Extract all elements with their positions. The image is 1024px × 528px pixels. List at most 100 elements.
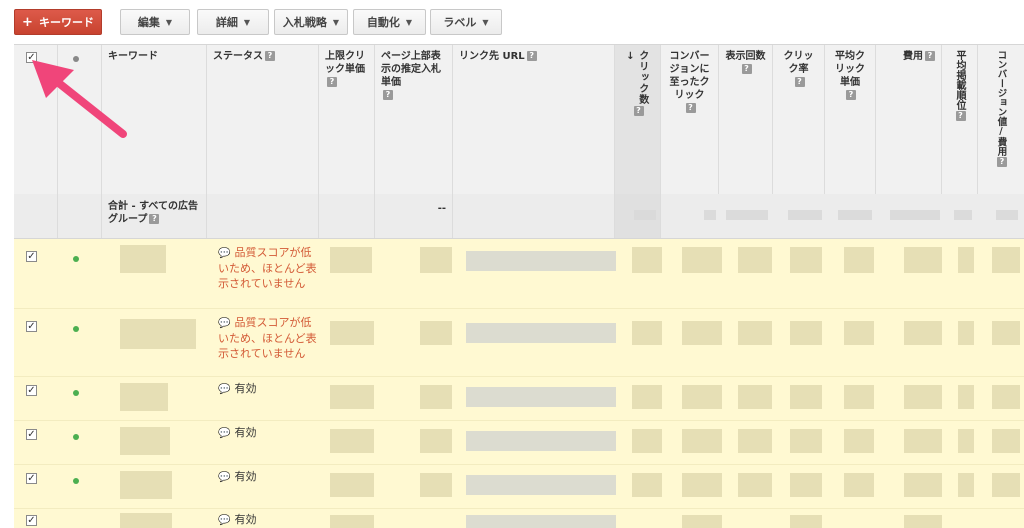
- header-avg-cpc-label: 平均クリック単価: [835, 51, 865, 88]
- help-icon[interactable]: ?: [149, 214, 160, 224]
- speech-bubble-icon: 💬: [218, 384, 231, 395]
- header-avg-position[interactable]: 平均掲載順位?: [942, 45, 978, 194]
- redacted-value: [738, 247, 772, 273]
- redacted-value: [704, 210, 716, 220]
- redacted-value: [992, 385, 1020, 409]
- redacted-value: [682, 473, 722, 497]
- redacted-value: [958, 429, 974, 453]
- header-converted-clicks-label: コンバージョンに至ったクリック: [669, 51, 710, 101]
- header-final-url[interactable]: リンク先 URL?: [453, 45, 615, 194]
- row-status-text: 有効: [234, 426, 257, 439]
- redacted-value: [330, 385, 374, 409]
- row-checkbox[interactable]: ✓: [26, 429, 37, 440]
- redacted-keyword: [120, 383, 168, 411]
- header-clicks[interactable]: ↓ クリック数 ?: [615, 45, 661, 194]
- redacted-value: [420, 247, 452, 273]
- header-avg-position-label: 平均掲載順位: [954, 50, 965, 110]
- help-icon[interactable]: ?: [327, 77, 337, 87]
- redacted-value: [958, 473, 974, 497]
- row-status-text: 有効: [234, 470, 257, 483]
- table-row[interactable]: ✓ 💬 有効: [14, 509, 1024, 528]
- redacted-value: [682, 429, 722, 453]
- table-row[interactable]: ✓ 💬 品質スコアが低いため、ほとんど表示されていません: [14, 309, 1024, 377]
- redacted-value: [330, 321, 374, 345]
- header-avg-cpc[interactable]: 平均クリック単価?: [825, 45, 876, 194]
- help-icon[interactable]: ?: [846, 90, 856, 100]
- redacted-value: [844, 247, 874, 273]
- redacted-keyword: [120, 245, 166, 273]
- speech-bubble-icon: 💬: [218, 515, 231, 526]
- redacted-value: [958, 385, 974, 409]
- total-cell: [14, 194, 58, 238]
- caret-down-icon: ▼: [165, 17, 173, 27]
- enabled-status-dot: [73, 326, 79, 332]
- edit-dropdown[interactable]: 編集 ▼: [120, 9, 190, 35]
- redacted-value: [632, 473, 662, 497]
- redacted-value: [788, 210, 822, 220]
- row-checkbox[interactable]: ✓: [26, 515, 37, 526]
- table-row[interactable]: ✓ 💬 有効: [14, 421, 1024, 465]
- header-ctr[interactable]: クリック率?: [773, 45, 825, 194]
- header-first-page-bid[interactable]: ページ上部表示の推定入札単価?: [375, 45, 453, 194]
- total-cell: [58, 194, 102, 238]
- redacted-url: [466, 475, 616, 495]
- redacted-value: [330, 247, 372, 273]
- help-icon[interactable]: ?: [685, 103, 696, 113]
- help-icon[interactable]: ?: [955, 111, 966, 121]
- redacted-value: [992, 473, 1020, 497]
- header-conv-value-cost-label: コンバージョン値/費用: [995, 50, 1007, 156]
- row-checkbox[interactable]: ✓: [26, 321, 37, 332]
- redacted-value: [330, 515, 374, 528]
- redacted-value: [790, 429, 822, 453]
- redacted-value: [632, 247, 662, 273]
- redacted-value: [838, 210, 872, 220]
- row-checkbox[interactable]: ✓: [26, 385, 37, 396]
- keyword-rows: ✓ 💬 品質スコアが低いため、ほとんど表示されていません ✓ 💬 品質スコアが低…: [14, 239, 1024, 528]
- redacted-value: [992, 429, 1020, 453]
- redacted-value: [844, 385, 874, 409]
- details-dropdown[interactable]: 詳細 ▼: [197, 9, 269, 35]
- labels-label: ラベル: [443, 16, 477, 29]
- row-checkbox[interactable]: ✓: [26, 251, 37, 262]
- add-keyword-button[interactable]: + キーワード: [14, 9, 102, 35]
- annotation-arrow-icon: [32, 60, 127, 138]
- redacted-keyword: [120, 427, 170, 455]
- row-status: 💬 有効: [218, 512, 318, 528]
- row-checkbox[interactable]: ✓: [26, 473, 37, 484]
- header-converted-clicks[interactable]: コンバージョンに至ったクリック?: [661, 45, 719, 194]
- help-icon[interactable]: ?: [633, 106, 644, 116]
- bid-strategy-dropdown[interactable]: 入札戦略 ▼: [274, 9, 348, 35]
- automate-label: 自動化: [366, 16, 400, 29]
- table-row[interactable]: ✓ 💬 有効: [14, 377, 1024, 421]
- header-max-cpc[interactable]: 上限クリック単価?: [319, 45, 375, 194]
- redacted-value: [420, 385, 452, 409]
- table-row[interactable]: ✓ 💬 品質スコアが低いため、ほとんど表示されていません: [14, 239, 1024, 309]
- header-conv-value-cost[interactable]: コンバージョン値/費用?: [978, 45, 1024, 194]
- automate-dropdown[interactable]: 自動化 ▼: [353, 9, 426, 35]
- help-icon[interactable]: ?: [925, 51, 935, 61]
- redacted-value: [726, 210, 768, 220]
- redacted-value: [632, 321, 662, 345]
- header-cost[interactable]: 費用?: [876, 45, 942, 194]
- help-icon[interactable]: ?: [265, 51, 275, 61]
- header-status-label: ステータス: [213, 51, 263, 62]
- header-impressions[interactable]: 表示回数?: [719, 45, 773, 194]
- redacted-value: [790, 321, 822, 345]
- table-row[interactable]: ✓ 💬 有効: [14, 465, 1024, 509]
- help-icon[interactable]: ?: [741, 64, 752, 74]
- help-icon[interactable]: ?: [794, 77, 805, 87]
- redacted-value: [420, 429, 452, 453]
- redacted-value: [958, 321, 974, 345]
- help-icon[interactable]: ?: [997, 157, 1007, 167]
- redacted-value: [738, 385, 772, 409]
- help-icon[interactable]: ?: [526, 51, 537, 61]
- plus-icon: +: [22, 14, 33, 30]
- redacted-value: [844, 321, 874, 345]
- redacted-url: [466, 251, 616, 271]
- total-first-page-bid: --: [375, 194, 453, 238]
- labels-dropdown[interactable]: ラベル ▼: [430, 9, 502, 35]
- header-clicks-label: クリック数: [636, 50, 648, 105]
- header-status[interactable]: ステータス?: [207, 45, 319, 194]
- redacted-value: [992, 321, 1020, 345]
- help-icon[interactable]: ?: [383, 90, 393, 100]
